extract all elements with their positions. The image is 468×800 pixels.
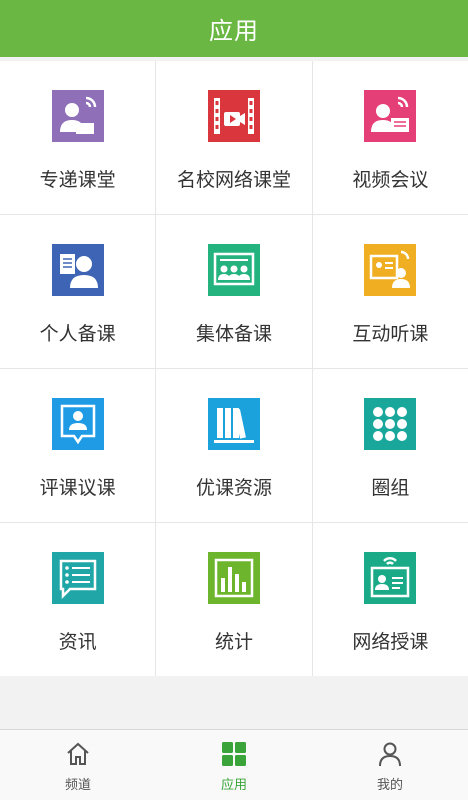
app-label: 互动听课: [352, 323, 429, 345]
app-tile-wangluo-shouke[interactable]: 网络授课: [312, 523, 468, 676]
app-tile-zixun[interactable]: 资讯: [0, 523, 156, 676]
statistics-icon: [207, 552, 260, 604]
teacher-broadcast-icon: [51, 90, 104, 142]
app-label: 集体备课: [195, 323, 272, 345]
app-label: 统计: [214, 631, 253, 653]
home-icon: [67, 742, 89, 765]
app-label: 名校网络课堂: [176, 169, 291, 191]
interactive-lesson-icon: [364, 244, 417, 296]
app-tile-jiti-beike[interactable]: 集体备课: [156, 215, 312, 368]
tab-label: 应用: [220, 778, 247, 793]
group-lesson-icon: [207, 244, 260, 296]
user-icon: [379, 742, 401, 767]
app-tile-tongji[interactable]: 统计: [156, 523, 312, 676]
books-icon: [207, 398, 260, 450]
app-label: 资讯: [58, 631, 97, 653]
online-teaching-icon: [364, 552, 417, 604]
app-tile-geren-beike[interactable]: 个人备课: [0, 215, 156, 368]
tab-label: 频道: [64, 778, 91, 793]
tab-mine[interactable]: 我的: [312, 730, 468, 800]
app-header: 应用: [0, 0, 468, 57]
tab-channel[interactable]: 频道: [0, 730, 156, 800]
review-comment-icon: [51, 398, 104, 450]
news-icon: [51, 552, 104, 604]
app-tile-mingxiao-wangluo-ketang[interactable]: 名校网络课堂: [156, 61, 312, 214]
app-label: 优课资源: [195, 477, 272, 499]
app-label: 评课议课: [39, 477, 116, 499]
app-label: 专递课堂: [39, 169, 116, 191]
video-conference-icon: [364, 90, 417, 142]
app-label: 视频会议: [352, 169, 429, 191]
app-grid: 专递课堂 名校网络课堂 视频会议 个人备课 集体备课 互动听课 评课议课 优课资…: [0, 61, 468, 676]
page-title: 应用: [209, 17, 259, 45]
circle-group-icon: [364, 398, 417, 450]
app-tile-quanzu[interactable]: 圈组: [312, 369, 468, 522]
app-tile-hudong-tingke[interactable]: 互动听课: [312, 215, 468, 368]
app-tile-pingke-yike[interactable]: 评课议课: [0, 369, 156, 522]
app-tile-youke-ziyuan[interactable]: 优课资源: [156, 369, 312, 522]
app-label: 个人备课: [39, 323, 116, 345]
tab-apps[interactable]: 应用: [156, 730, 312, 800]
app-tile-zhuandi-ketang[interactable]: 专递课堂: [0, 61, 156, 214]
app-label: 圈组: [371, 477, 410, 499]
tab-label: 我的: [376, 778, 403, 793]
video-film-icon: [207, 90, 260, 142]
personal-lesson-icon: [51, 244, 104, 296]
apps-grid-icon: [222, 742, 246, 766]
app-label: 网络授课: [352, 631, 429, 653]
app-tile-shipin-huiyi[interactable]: 视频会议: [312, 61, 468, 214]
bottom-tab-bar: 频道 应用 我的: [0, 729, 468, 800]
